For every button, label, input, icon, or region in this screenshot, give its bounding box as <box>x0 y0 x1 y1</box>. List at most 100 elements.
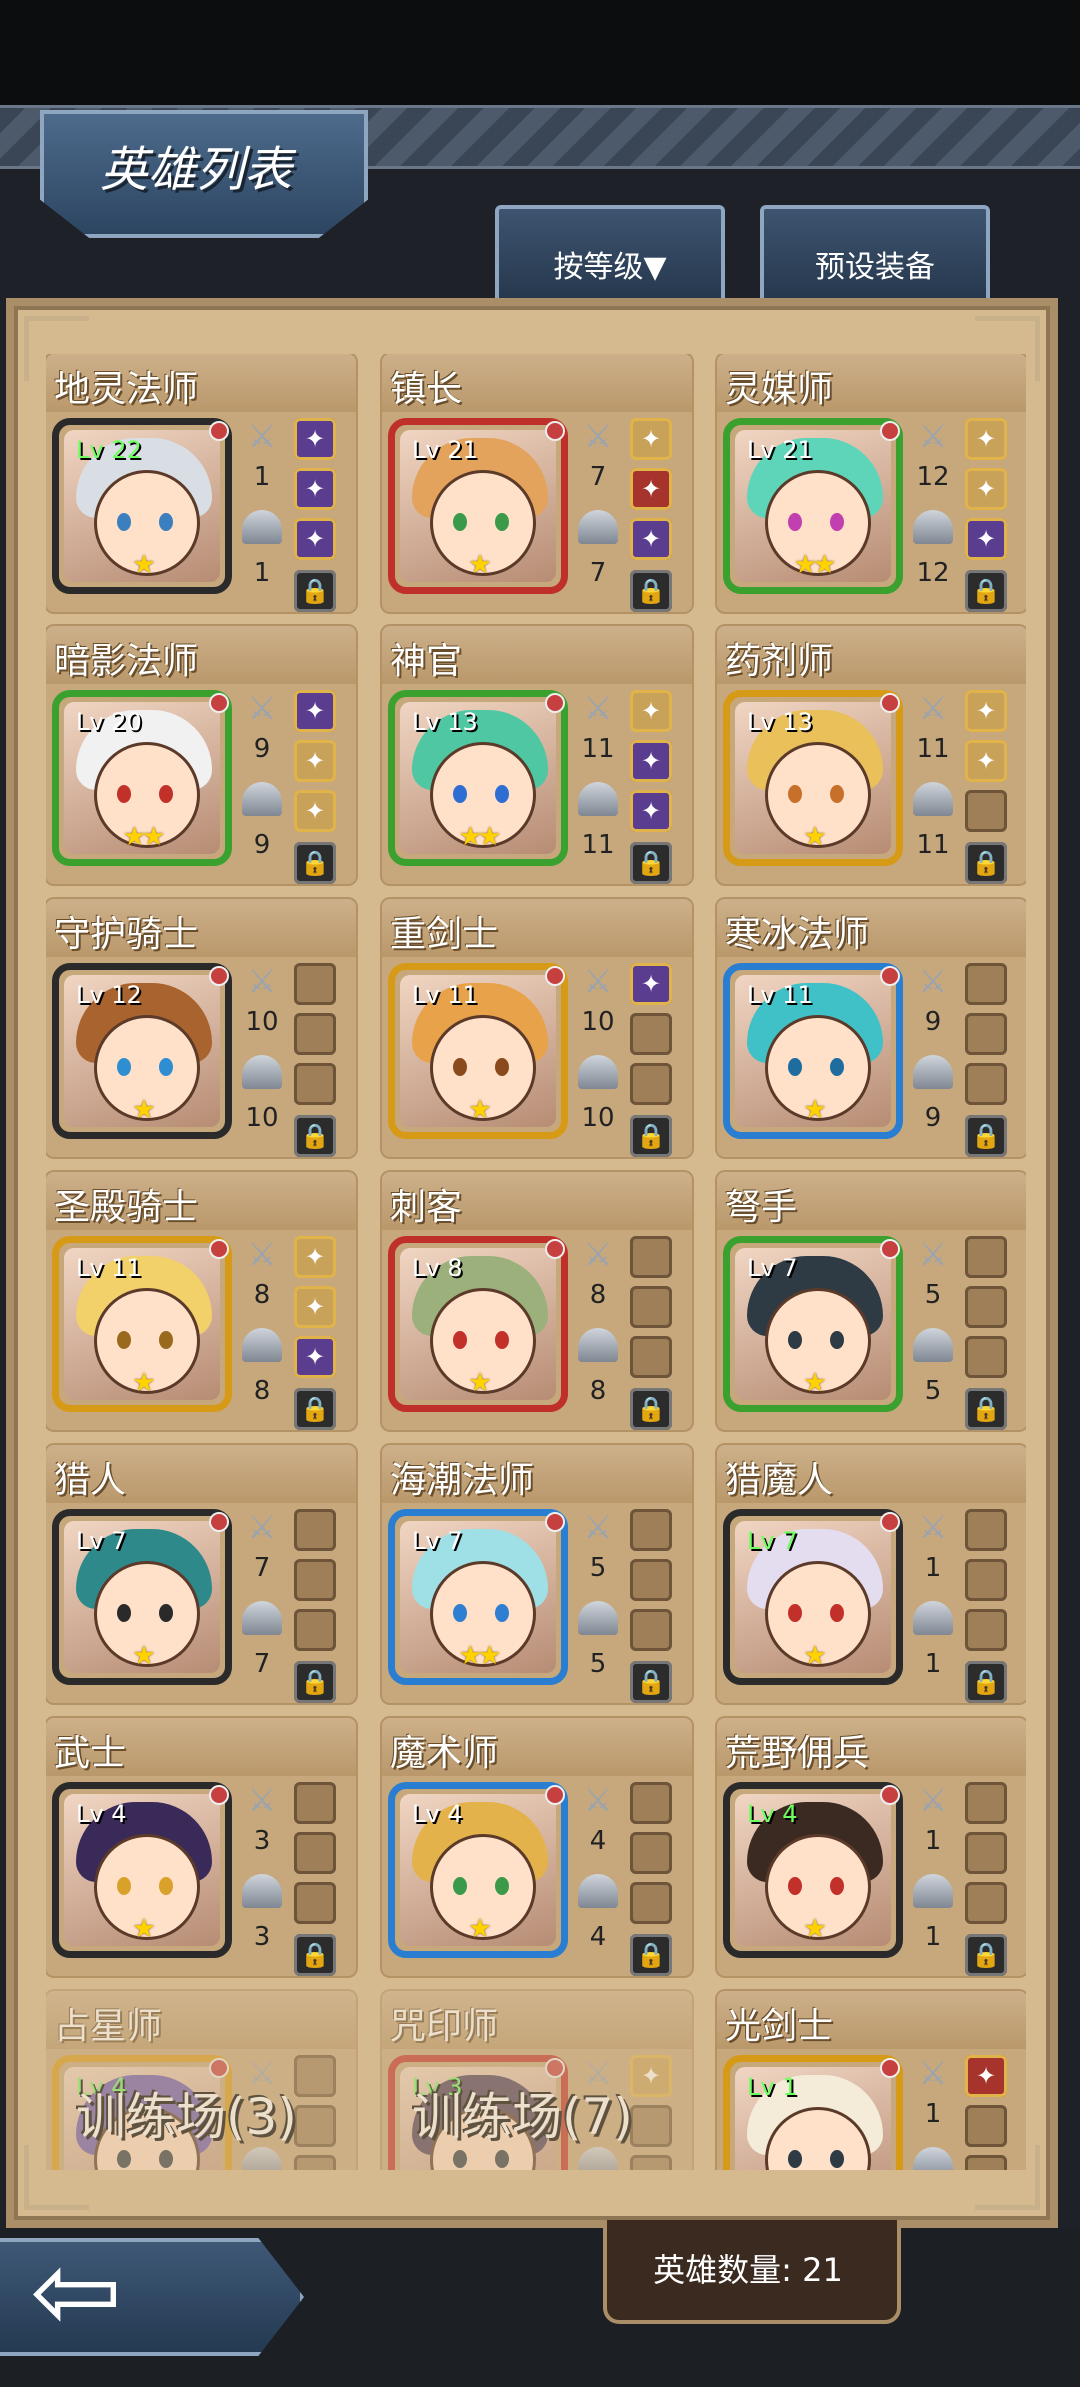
hero-card[interactable]: 魔术师 Lv 4 ★ ⚔ 4 4 🔒 <box>382 1718 692 1976</box>
equipment-slot[interactable] <box>294 1832 336 1874</box>
equipment-slot[interactable] <box>965 1832 1007 1874</box>
equipment-slot[interactable] <box>630 1782 672 1824</box>
hero-card[interactable]: 海潮法师 Lv 7 ★★ ⚔ 5 5 🔒 <box>382 1445 692 1703</box>
equipment-slot[interactable] <box>630 1832 672 1874</box>
equipment-slot[interactable]: ✦ <box>630 518 672 560</box>
equipment-slot[interactable] <box>965 1063 1007 1105</box>
equipment-slot[interactable] <box>630 2105 672 2147</box>
equipment-slot[interactable] <box>965 2155 1007 2170</box>
equipment-slot[interactable]: ✦ <box>294 1236 336 1278</box>
hero-card[interactable]: 药剂师 Lv 13 ★ ⚔ 11 11 ✦ ✦ 🔒 <box>717 626 1026 884</box>
equipment-slot[interactable] <box>294 1782 336 1824</box>
equipment-slot[interactable] <box>294 963 336 1005</box>
hero-portrait[interactable]: Lv 20 ★★ <box>52 690 232 866</box>
equipment-slot[interactable]: ✦ <box>965 2055 1007 2097</box>
equipment-slot[interactable]: ✦ <box>965 518 1007 560</box>
hero-portrait[interactable]: Lv 13 ★ <box>723 690 903 866</box>
hero-card[interactable]: 暗影法师 Lv 20 ★★ ⚔ 9 9 ✦ ✦ ✦ 🔒 <box>46 626 356 884</box>
equipment-slot[interactable]: ✦ <box>630 468 672 510</box>
equipment-slot[interactable]: ✦ <box>294 518 336 560</box>
equipment-slot[interactable] <box>630 1013 672 1055</box>
equipment-slot[interactable]: ✦ <box>294 690 336 732</box>
hero-card[interactable]: 刺客 Lv 8 ★ ⚔ 8 8 🔒 <box>382 1172 692 1430</box>
equipment-slot[interactable]: ✦ <box>630 740 672 782</box>
hero-card[interactable]: 圣殿骑士 Lv 11 ★ ⚔ 8 8 ✦ ✦ ✦ 🔒 <box>46 1172 356 1430</box>
equipment-slot[interactable] <box>294 2105 336 2147</box>
equipment-slot[interactable]: ✦ <box>630 418 672 460</box>
equipment-slot[interactable] <box>294 1882 336 1924</box>
equipment-slot[interactable] <box>630 1336 672 1378</box>
equipment-slot[interactable] <box>630 1559 672 1601</box>
equipment-slot[interactable] <box>630 1286 672 1328</box>
equipment-slot[interactable] <box>965 1236 1007 1278</box>
equipment-slot[interactable]: ✦ <box>965 418 1007 460</box>
hero-portrait[interactable]: Lv 12 ★ <box>52 963 232 1139</box>
equipment-slot[interactable] <box>965 2105 1007 2147</box>
hero-portrait[interactable]: Lv 7 ★ <box>723 1236 903 1412</box>
equipment-slot[interactable]: ✦ <box>294 790 336 832</box>
equipment-slot[interactable] <box>294 1609 336 1651</box>
equipment-slot[interactable]: ✦ <box>630 690 672 732</box>
equipment-slot[interactable] <box>294 1509 336 1551</box>
equipment-slot[interactable] <box>294 1063 336 1105</box>
hero-portrait[interactable]: Lv 11 ★ <box>388 963 568 1139</box>
hero-portrait[interactable]: Lv 11 ★ <box>52 1236 232 1412</box>
equipment-slot[interactable] <box>630 1882 672 1924</box>
equipment-slot[interactable] <box>294 2055 336 2097</box>
equipment-slot[interactable]: ✦ <box>630 963 672 1005</box>
hero-portrait[interactable]: Lv 4 ★ <box>52 1782 232 1958</box>
equipment-slot[interactable] <box>965 1013 1007 1055</box>
hero-portrait[interactable]: Lv 7 ★★ <box>388 1509 568 1685</box>
hero-portrait[interactable]: Lv 1 ★ <box>723 2055 903 2170</box>
equipment-slot[interactable] <box>630 2155 672 2170</box>
hero-card[interactable]: 猎人 Lv 7 ★ ⚔ 7 7 🔒 <box>46 1445 356 1703</box>
equipment-slot[interactable]: ✦ <box>630 790 672 832</box>
equipment-slot[interactable] <box>630 1236 672 1278</box>
back-arrow-icon[interactable]: ⇦ <box>30 2236 122 2346</box>
hero-portrait[interactable]: Lv 21 ★★ <box>723 418 903 594</box>
hero-card[interactable]: 咒印师 Lv 3 ★ ⚔ ✦ 🔒 训练场(7) <box>382 1991 692 2170</box>
hero-portrait[interactable]: Lv 13 ★★ <box>388 690 568 866</box>
hero-card[interactable]: 神官 Lv 13 ★★ ⚔ 11 11 ✦ ✦ ✦ 🔒 <box>382 626 692 884</box>
hero-card[interactable]: 光剑士 Lv 1 ★ ⚔ 1 ✦ 🔒 <box>717 1991 1026 2170</box>
hero-portrait[interactable]: Lv 8 ★ <box>388 1236 568 1412</box>
hero-card[interactable]: 弩手 Lv 7 ★ ⚔ 5 5 🔒 <box>717 1172 1026 1430</box>
equipment-slot[interactable]: ✦ <box>965 468 1007 510</box>
equipment-slot[interactable]: ✦ <box>294 740 336 782</box>
equipment-slot[interactable] <box>294 2155 336 2170</box>
hero-portrait[interactable]: Lv 21 ★ <box>388 418 568 594</box>
hero-card[interactable]: 镇长 Lv 21 ★ ⚔ 7 7 ✦ ✦ ✦ 🔒 <box>382 354 692 612</box>
equipment-slot[interactable] <box>965 1509 1007 1551</box>
equipment-slot[interactable] <box>965 1882 1007 1924</box>
equipment-slot[interactable]: ✦ <box>965 690 1007 732</box>
equipment-slot[interactable] <box>965 1782 1007 1824</box>
equipment-slot[interactable] <box>965 963 1007 1005</box>
hero-portrait[interactable]: Lv 11 ★ <box>723 963 903 1139</box>
hero-card[interactable]: 占星师 Lv 4 ★ ⚔ 🔒 训练场(3) <box>46 1991 356 2170</box>
equipment-slot[interactable] <box>965 1559 1007 1601</box>
equipment-slot[interactable] <box>965 1336 1007 1378</box>
hero-portrait[interactable]: Lv 7 ★ <box>52 1509 232 1685</box>
hero-card[interactable]: 武士 Lv 4 ★ ⚔ 3 3 🔒 <box>46 1718 356 1976</box>
preset-equipment-button[interactable]: 预设装备 <box>760 205 990 299</box>
equipment-slot[interactable] <box>294 1559 336 1601</box>
equipment-slot[interactable] <box>630 1509 672 1551</box>
equipment-slot[interactable] <box>630 1063 672 1105</box>
equipment-slot[interactable]: ✦ <box>294 468 336 510</box>
hero-card[interactable]: 寒冰法师 Lv 11 ★ ⚔ 9 9 🔒 <box>717 899 1026 1157</box>
hero-card[interactable]: 重剑士 Lv 11 ★ ⚔ 10 10 ✦ 🔒 <box>382 899 692 1157</box>
equipment-slot[interactable] <box>965 1609 1007 1651</box>
hero-card[interactable]: 地灵法师 Lv 22 ★ ⚔ 1 1 ✦ ✦ ✦ 🔒 <box>46 354 356 612</box>
hero-portrait[interactable]: Lv 4 ★ <box>388 1782 568 1958</box>
equipment-slot[interactable]: ✦ <box>294 418 336 460</box>
equipment-slot[interactable]: ✦ <box>294 1286 336 1328</box>
equipment-slot[interactable] <box>294 1013 336 1055</box>
hero-card[interactable]: 荒野佣兵 Lv 4 ★ ⚔ 1 1 🔒 <box>717 1718 1026 1976</box>
equipment-slot[interactable]: ✦ <box>965 740 1007 782</box>
hero-portrait[interactable]: Lv 7 ★ <box>723 1509 903 1685</box>
hero-portrait[interactable]: Lv 4 ★ <box>723 1782 903 1958</box>
hero-card[interactable]: 守护骑士 Lv 12 ★ ⚔ 10 10 🔒 <box>46 899 356 1157</box>
sort-by-level-button[interactable]: 按等级▼ <box>495 205 725 299</box>
equipment-slot[interactable] <box>630 1609 672 1651</box>
equipment-slot[interactable]: ✦ <box>630 2055 672 2097</box>
